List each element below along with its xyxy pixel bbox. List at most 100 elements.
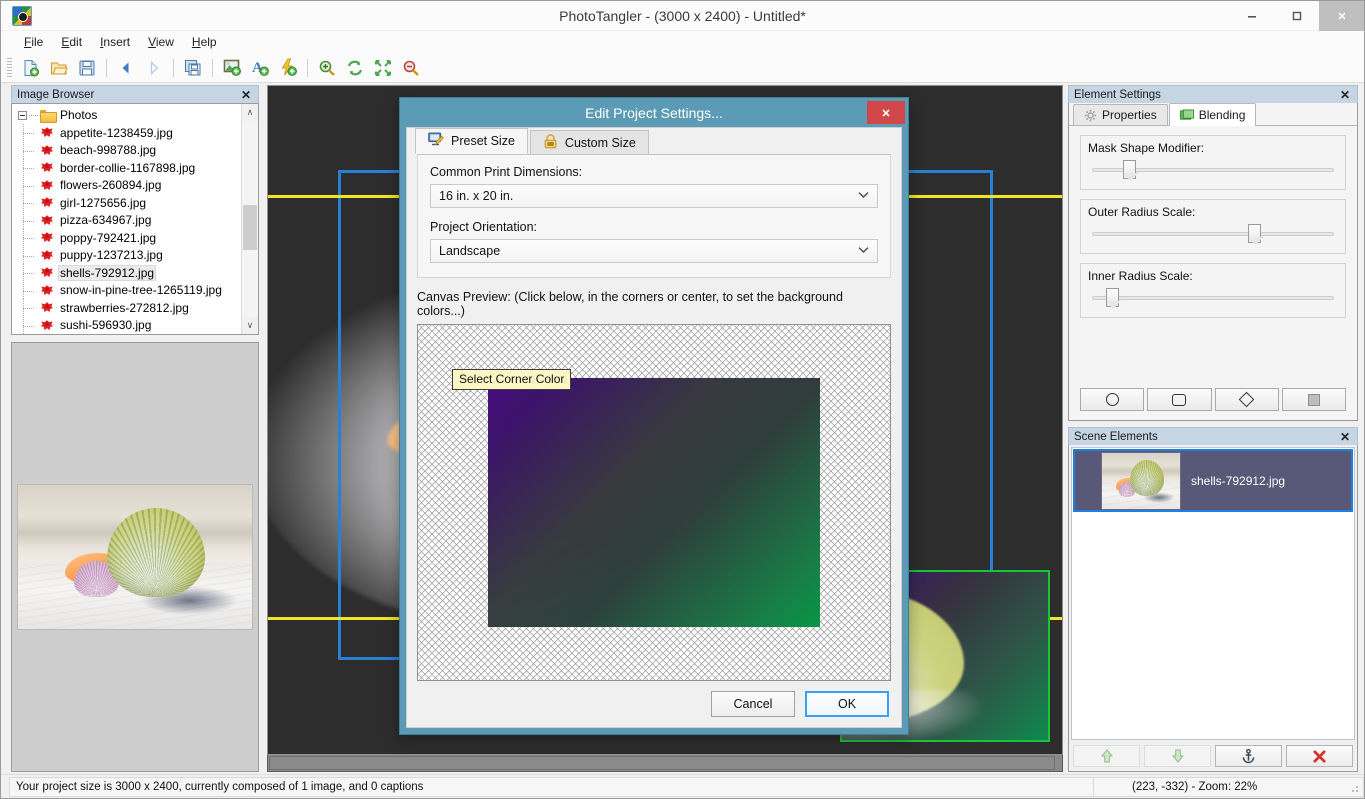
anchor-button[interactable] [1215, 745, 1282, 767]
tree-connector [23, 221, 35, 222]
tree-item-file[interactable]: flowers-260894.jpg [18, 177, 241, 195]
scene-elements-titlebar: Scene Elements ✕ [1068, 427, 1358, 445]
mask-shape-modifier-label: Mask Shape Modifier: [1088, 141, 1338, 155]
minimize-button[interactable] [1229, 1, 1274, 31]
close-button[interactable] [1319, 1, 1364, 31]
redo-icon[interactable] [140, 55, 168, 81]
outer-radius-scale-group: Outer Radius Scale: [1080, 199, 1346, 254]
undo-icon[interactable] [112, 55, 140, 81]
element-settings-panel: Element Settings ✕ [1068, 85, 1358, 421]
shape-square-button[interactable] [1282, 388, 1346, 411]
print-dimensions-select[interactable]: 16 in. x 20 in. [430, 184, 878, 208]
jpg-file-icon [40, 266, 54, 279]
tree-item-label: beach-998788.jpg [59, 143, 157, 157]
add-image-icon[interactable] [218, 55, 246, 81]
move-down-button[interactable] [1144, 745, 1211, 767]
add-text-icon[interactable]: A [246, 55, 274, 81]
slider-knob[interactable] [1123, 160, 1136, 179]
tree-connector [23, 256, 35, 257]
scene-elements-panel: Scene Elements ✕ [1068, 427, 1358, 772]
outer-radius-scale-slider[interactable] [1088, 223, 1338, 245]
menu-help[interactable]: Help [183, 33, 226, 51]
scene-elements-toolbar [1071, 740, 1355, 769]
tab-preset-size[interactable]: Preset Size [415, 128, 528, 154]
tree-item-file[interactable]: beach-998788.jpg [18, 142, 241, 160]
refresh-icon[interactable] [341, 55, 369, 81]
tree-item-file[interactable]: poppy-792421.jpg [18, 229, 241, 247]
delete-button[interactable] [1286, 745, 1353, 767]
list-item[interactable]: shells-792912.jpg [1073, 449, 1353, 512]
tree-item-label: pizza-634967.jpg [59, 213, 152, 227]
open-project-icon[interactable] [45, 55, 73, 81]
app-logo-icon [12, 6, 32, 26]
tree-item-file[interactable]: strawberries-272812.jpg [18, 299, 241, 317]
scrollbar-thumb[interactable] [243, 205, 257, 250]
shape-circle-button[interactable] [1080, 388, 1144, 411]
maximize-button[interactable] [1274, 1, 1319, 31]
tree-item-file[interactable]: appetite-1238459.jpg [18, 124, 241, 142]
status-message: Your project size is 3000 x 2400, curren… [9, 777, 1094, 797]
shape-diamond-button[interactable] [1215, 388, 1279, 411]
dialog-close-button[interactable] [867, 101, 905, 124]
ok-button[interactable]: OK [805, 691, 889, 717]
export-image-icon[interactable] [179, 55, 207, 81]
menu-edit[interactable]: Edit [52, 33, 91, 51]
tree-item-file[interactable]: snow-in-pine-tree-1265119.jpg [18, 282, 241, 300]
tree-root-photos[interactable]: Photos [18, 107, 241, 123]
canvas-hscroll-thumb[interactable] [269, 756, 1055, 770]
menu-view[interactable]: View [139, 33, 183, 51]
zoom-in-icon[interactable] [313, 55, 341, 81]
move-up-button[interactable] [1073, 745, 1140, 767]
tree-item-label: shells-792912.jpg [59, 266, 155, 280]
tree-item-file[interactable]: border-collie-1167898.jpg [18, 159, 241, 177]
jpg-file-icon [40, 214, 54, 227]
tree-connector [23, 238, 35, 239]
dialog-content: Preset Size Custom Size [406, 127, 902, 728]
chevron-down-icon [858, 246, 869, 257]
slider-knob[interactable] [1106, 288, 1119, 307]
chevron-down-icon [858, 191, 869, 202]
preview-photo [17, 484, 253, 630]
toolbar-separator [106, 59, 107, 77]
canvas-preview-area[interactable]: Select Corner Color [417, 324, 891, 681]
menu-file[interactable]: File [15, 33, 52, 51]
tree-item-file[interactable]: shells-792912.jpg [18, 264, 241, 282]
toolbar-grip[interactable] [7, 58, 12, 78]
save-project-icon[interactable] [73, 55, 101, 81]
fit-to-window-icon[interactable] [369, 55, 397, 81]
scroll-down-icon[interactable]: ∨ [242, 317, 258, 334]
slider-track [1092, 232, 1334, 236]
add-effect-icon[interactable] [274, 55, 302, 81]
background-gradient-preview[interactable] [488, 378, 820, 627]
cancel-button[interactable]: Cancel [711, 691, 795, 717]
tab-properties[interactable]: Properties [1073, 104, 1168, 125]
image-browser-scrollbar[interactable]: ∧ ∨ [241, 104, 258, 334]
new-project-icon[interactable] [17, 55, 45, 81]
resize-grip[interactable] [1349, 783, 1359, 793]
padlock-icon [543, 134, 558, 152]
menu-insert[interactable]: Insert [91, 33, 139, 51]
collapse-expander-icon[interactable] [18, 111, 27, 120]
scrollbar-track[interactable] [242, 121, 258, 317]
element-settings-close-icon[interactable]: ✕ [1337, 89, 1353, 101]
tree-item-label: strawberries-272812.jpg [59, 301, 190, 315]
tree-connector [23, 186, 35, 187]
tab-custom-size[interactable]: Custom Size [530, 130, 649, 154]
slider-knob[interactable] [1248, 224, 1261, 243]
scene-elements-list[interactable]: shells-792912.jpg [1071, 447, 1355, 740]
zoom-out-icon[interactable] [397, 55, 425, 81]
tree-item-file[interactable]: puppy-1237213.jpg [18, 247, 241, 265]
tab-blending[interactable]: Blending [1169, 103, 1257, 126]
tree-item-file[interactable]: sushi-596930.jpg [18, 317, 241, 335]
element-settings-titlebar: Element Settings ✕ [1068, 85, 1358, 103]
project-orientation-select[interactable]: Landscape [430, 239, 878, 263]
shape-rounded-rect-button[interactable] [1147, 388, 1211, 411]
tree-item-file[interactable]: girl-1275656.jpg [18, 194, 241, 212]
tree-item-file[interactable]: pizza-634967.jpg [18, 212, 241, 230]
image-browser-close-icon[interactable]: ✕ [238, 89, 254, 101]
scene-elements-close-icon[interactable]: ✕ [1337, 431, 1353, 443]
inner-radius-scale-slider[interactable] [1088, 287, 1338, 309]
scroll-up-icon[interactable]: ∧ [242, 104, 258, 121]
canvas-horizontal-scrollbar[interactable] [267, 755, 1063, 772]
mask-shape-modifier-slider[interactable] [1088, 159, 1338, 181]
